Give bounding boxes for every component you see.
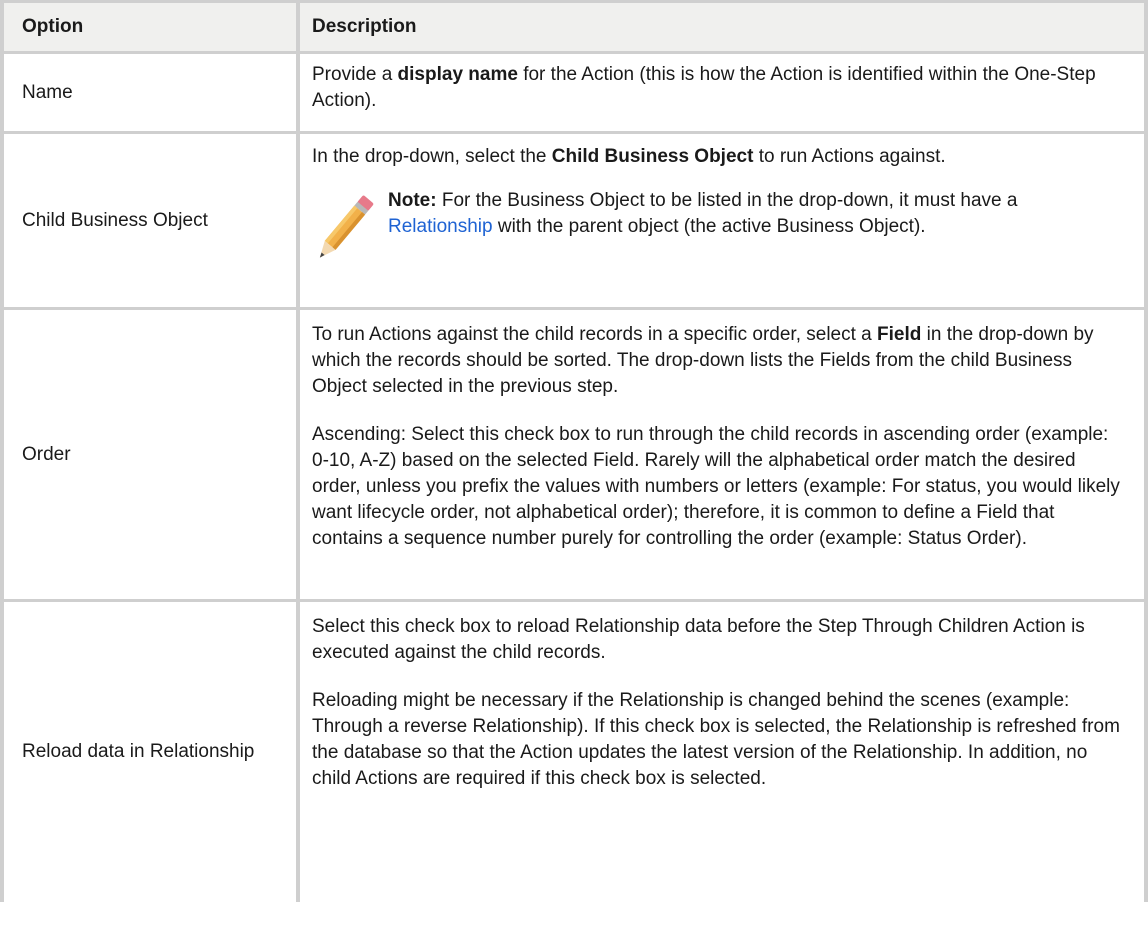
table-row-name: Name Provide a display name for the Acti… bbox=[0, 54, 1148, 134]
options-table: Option Description Name Provide a displa… bbox=[0, 0, 1148, 902]
relationship-link[interactable]: Relationship bbox=[388, 216, 493, 237]
table-header-row: Option Description bbox=[0, 0, 1148, 54]
note-callout: Note: For the Business Object to be list… bbox=[312, 188, 1124, 272]
text-segment: with the parent object (the active Busin… bbox=[492, 216, 926, 237]
header-description: Description bbox=[312, 16, 417, 37]
description-reload-p2: Reloading might be necessary if the Rela… bbox=[312, 690, 1120, 789]
option-order: Order bbox=[4, 310, 300, 599]
description-reload-p1: Select this check box to reload Relation… bbox=[312, 616, 1085, 663]
text-segment: to run Actions against. bbox=[753, 146, 946, 167]
table-row-child-business-object: Child Business Object In the drop-down, … bbox=[0, 134, 1148, 310]
table-row-order: Order To run Actions against the child r… bbox=[0, 310, 1148, 602]
note-text: Note: For the Business Object to be list… bbox=[388, 188, 1124, 240]
table-row-reload: Reload data in Relationship Select this … bbox=[0, 602, 1148, 902]
description-order-p2: Ascending: Select this check box to run … bbox=[312, 424, 1120, 549]
text-segment: In the drop-down, select the bbox=[312, 146, 552, 167]
description-order-p1: To run Actions against the child records… bbox=[312, 322, 1124, 400]
text-segment: Provide a bbox=[312, 64, 398, 85]
note-label: Note: bbox=[388, 190, 437, 211]
description-child-business-object: In the drop-down, select the Child Busin… bbox=[300, 134, 1144, 307]
bold-term: Field bbox=[877, 324, 922, 345]
text-segment: For the Business Object to be listed in … bbox=[436, 190, 1018, 211]
description-child-text: In the drop-down, select the Child Busin… bbox=[312, 144, 1124, 170]
bold-term: Child Business Object bbox=[551, 146, 754, 167]
text-segment: To run Actions against the child records… bbox=[312, 324, 878, 345]
description-name-text: Provide a display name for the Action (t… bbox=[312, 62, 1124, 114]
option-reload: Reload data in Relationship bbox=[4, 602, 300, 902]
bold-term: display name bbox=[397, 64, 518, 85]
pencil-icon bbox=[319, 195, 374, 258]
option-name: Name bbox=[4, 54, 300, 131]
description-order: To run Actions against the child records… bbox=[300, 310, 1144, 599]
description-reload: Select this check box to reload Relation… bbox=[300, 602, 1144, 902]
option-child-business-object: Child Business Object bbox=[4, 134, 300, 307]
description-name: Provide a display name for the Action (t… bbox=[300, 54, 1144, 131]
header-option: Option bbox=[4, 3, 300, 51]
